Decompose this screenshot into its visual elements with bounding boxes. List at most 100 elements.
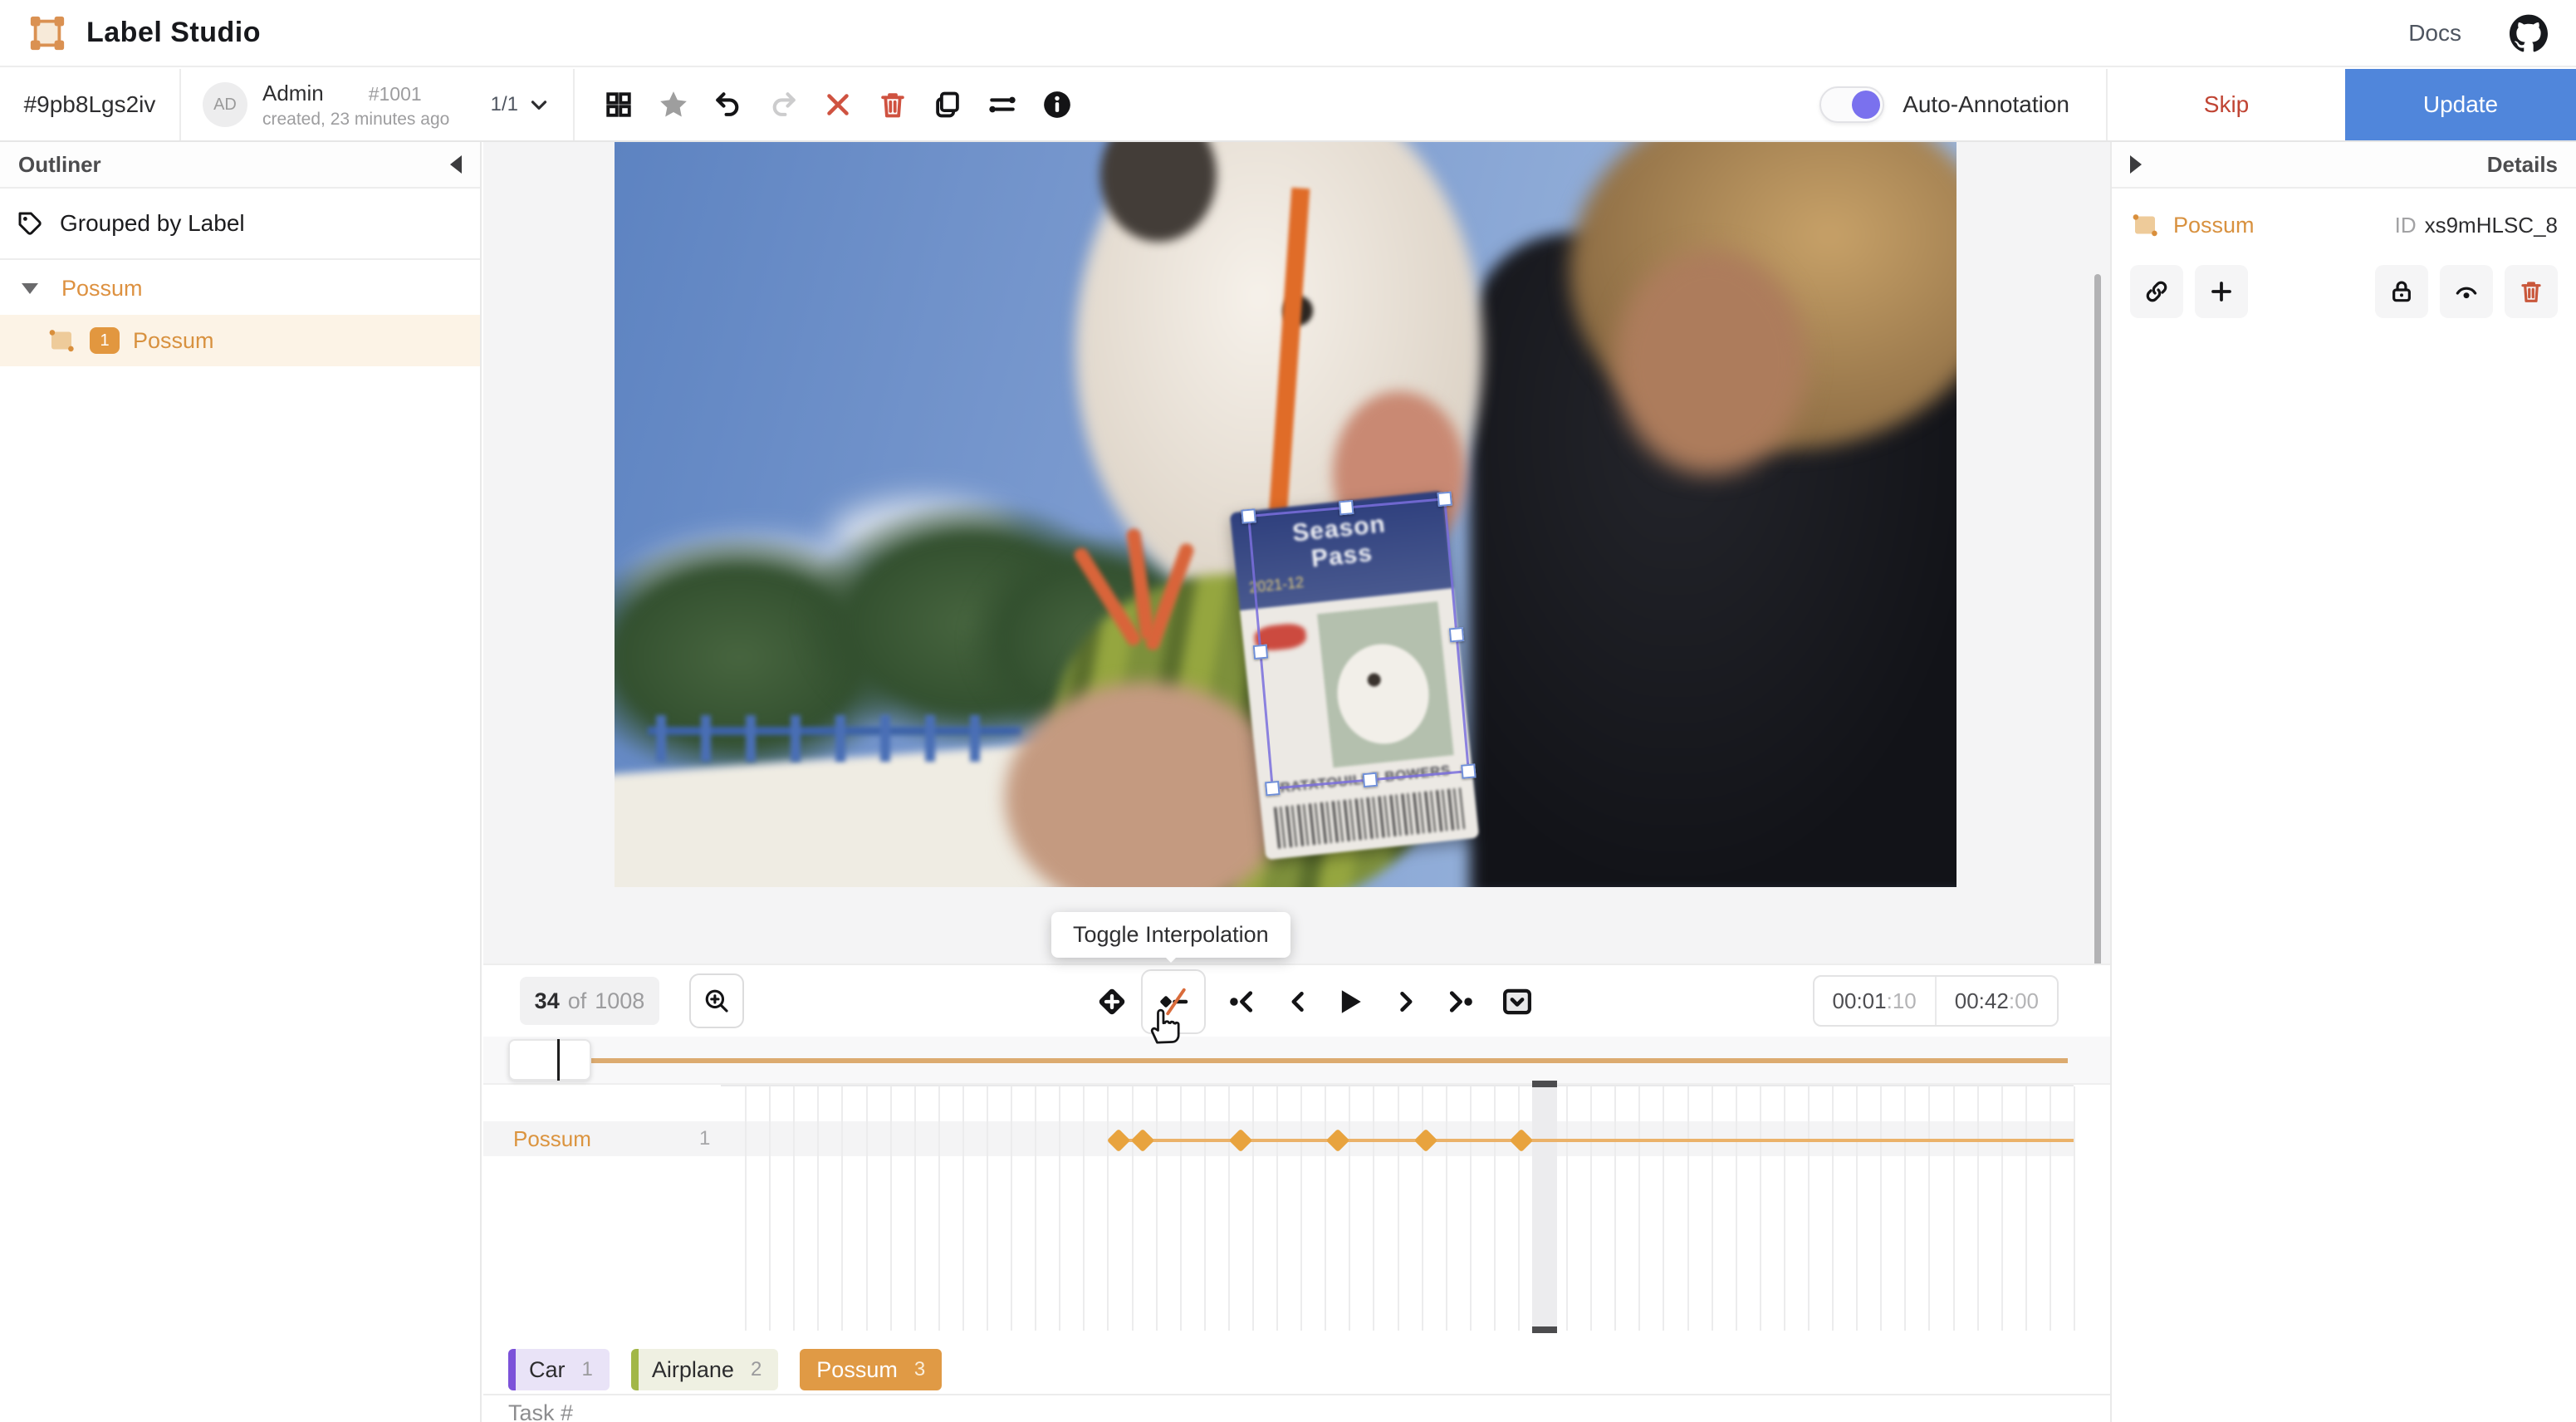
frame-of-label: of xyxy=(568,988,587,1014)
selected-region-row[interactable]: Possum IDxs9mHLSC_8 xyxy=(2112,189,2576,248)
grid-line xyxy=(1687,1086,1689,1331)
annotation-pagination[interactable]: 1/1 xyxy=(491,92,551,117)
skip-button[interactable]: Skip xyxy=(2106,69,2345,140)
annotation-toolbar: #9pb8Lgs2iv AD Admin #1001 created, 23 m… xyxy=(0,69,2576,142)
label-text: Car xyxy=(529,1357,566,1383)
star-button[interactable] xyxy=(646,68,701,141)
timeline-playhead-column[interactable] xyxy=(1532,1086,1557,1331)
grid-line xyxy=(1252,1086,1254,1331)
grid-line xyxy=(938,1086,940,1331)
pagination-count: 1/1 xyxy=(491,93,518,116)
grid-line xyxy=(1566,1086,1568,1331)
lock-region-button[interactable] xyxy=(2375,265,2428,318)
task-id[interactable]: #9pb8Lgs2iv xyxy=(0,69,181,140)
keyframe-connector-line xyxy=(1119,1139,2074,1142)
grid-line xyxy=(1518,1086,1520,1331)
settings-exchange-button[interactable] xyxy=(975,68,1030,141)
label-chip-car[interactable]: Car 1 xyxy=(508,1349,610,1390)
grid-line xyxy=(866,1086,868,1331)
duplicate-annotation-button[interactable] xyxy=(920,68,975,141)
video-frame[interactable]: Season Pass 2021-12 RATATOUILLE BOWERS xyxy=(615,142,1956,887)
video-timeline-panel: Toggle Interpolation 34 of 1008 xyxy=(483,964,2110,1422)
grid-line xyxy=(1614,1086,1616,1331)
github-icon[interactable] xyxy=(2510,14,2548,52)
next-frame-button[interactable] xyxy=(1382,978,1430,1025)
expand-group-icon[interactable] xyxy=(22,283,38,294)
grouping-selector[interactable]: Grouped by Label xyxy=(0,189,480,260)
add-relation-button[interactable] xyxy=(2195,265,2248,318)
auto-annotation-toggle[interactable] xyxy=(1819,86,1884,123)
track-label[interactable]: Possum xyxy=(513,1121,591,1156)
keyframe-diamond[interactable] xyxy=(1107,1129,1130,1152)
grouping-label: Grouped by Label xyxy=(60,210,245,237)
views-grid-button[interactable] xyxy=(591,68,646,141)
collapse-timeline-button[interactable] xyxy=(1493,978,1541,1025)
keyframe-diamond[interactable] xyxy=(1414,1129,1437,1152)
created-timestamp: created, 23 minutes ago xyxy=(262,110,449,130)
label-chip-possum-selected[interactable]: Possum 3 xyxy=(800,1349,942,1390)
user-name: Admin xyxy=(262,81,324,106)
redo-button[interactable] xyxy=(756,68,811,141)
keyframe-diamond[interactable] xyxy=(1131,1129,1154,1152)
update-button[interactable]: Update xyxy=(2345,69,2576,140)
keyframe-diamond[interactable] xyxy=(1510,1129,1533,1152)
previous-frame-button[interactable] xyxy=(1274,978,1322,1025)
play-button[interactable] xyxy=(1325,978,1374,1025)
current-time-main: 00:01 xyxy=(1833,988,1887,1014)
info-button[interactable] xyxy=(1030,68,1085,141)
tree-group-possum[interactable]: Possum xyxy=(0,267,480,310)
timeline-zoom-button[interactable] xyxy=(689,973,744,1028)
bbox-handle-s[interactable] xyxy=(1363,772,1378,787)
seek-viewport-handle[interactable] xyxy=(508,1039,591,1081)
undo-button[interactable] xyxy=(701,68,756,141)
label-studio-app: Label Studio Docs #9pb8Lgs2iv AD Admin #… xyxy=(0,0,2576,1422)
delete-region-button[interactable] xyxy=(2505,265,2558,318)
timeline-grid[interactable] xyxy=(721,1085,2074,1331)
divider xyxy=(483,1394,2110,1395)
bbox-handle-w[interactable] xyxy=(1253,645,1268,660)
label-chip-airplane[interactable]: Airplane 2 xyxy=(631,1349,778,1390)
annotation-selector[interactable]: AD Admin #1001 created, 23 minutes ago 1… xyxy=(181,69,575,140)
grid-line xyxy=(1373,1086,1374,1331)
task-footer: Task # xyxy=(508,1400,573,1422)
keyframe-diamond[interactable] xyxy=(1326,1129,1349,1152)
link-region-button[interactable] xyxy=(2130,265,2183,318)
total-time-main: 00:42 xyxy=(1955,988,2009,1014)
bbox-handle-ne[interactable] xyxy=(1437,492,1452,507)
previous-keyframe-button[interactable] xyxy=(1219,978,1267,1025)
grid-line xyxy=(1228,1086,1230,1331)
grid-line xyxy=(1712,1086,1713,1331)
seek-playhead[interactable] xyxy=(557,1039,560,1081)
grid-line xyxy=(1059,1086,1060,1331)
grid-line xyxy=(817,1086,819,1331)
collapse-right-panel-icon[interactable] xyxy=(2130,155,2142,174)
total-frames: 1008 xyxy=(595,988,644,1014)
region-id-value: xs9mHLSC_8 xyxy=(2425,213,2558,238)
bounding-box-region[interactable] xyxy=(1247,498,1470,790)
keyframe-diamond[interactable] xyxy=(1228,1129,1251,1152)
grid-line xyxy=(769,1086,771,1331)
seek-bar[interactable] xyxy=(483,1037,2110,1085)
total-time-frames: :00 xyxy=(2009,988,2039,1014)
grid-line xyxy=(1928,1086,1930,1331)
reject-button[interactable] xyxy=(811,68,865,141)
next-keyframe-button[interactable] xyxy=(1435,978,1483,1025)
toggle-interpolation-button[interactable] xyxy=(1141,969,1206,1034)
bbox-handle-n[interactable] xyxy=(1339,500,1354,515)
frame-counter[interactable]: 34 of 1008 xyxy=(520,977,659,1025)
grid-line xyxy=(1446,1086,1447,1331)
bbox-handle-e[interactable] xyxy=(1449,627,1464,642)
grid-line xyxy=(793,1086,795,1331)
add-keyframe-button[interactable] xyxy=(1088,978,1136,1025)
collapse-left-panel-icon[interactable] xyxy=(450,155,462,174)
bbox-handle-se[interactable] xyxy=(1461,763,1476,778)
region-item-possum[interactable]: 1 Possum xyxy=(0,315,480,366)
label-text: Possum xyxy=(816,1357,898,1383)
docs-link[interactable]: Docs xyxy=(2408,20,2461,47)
current-frame: 34 xyxy=(535,988,560,1014)
bbox-handle-sw[interactable] xyxy=(1265,781,1280,796)
bbox-handle-nw[interactable] xyxy=(1241,508,1256,523)
visibility-eye-button[interactable] xyxy=(2440,265,2493,318)
delete-annotation-button[interactable] xyxy=(865,68,920,141)
details-title: Details xyxy=(2487,152,2558,178)
